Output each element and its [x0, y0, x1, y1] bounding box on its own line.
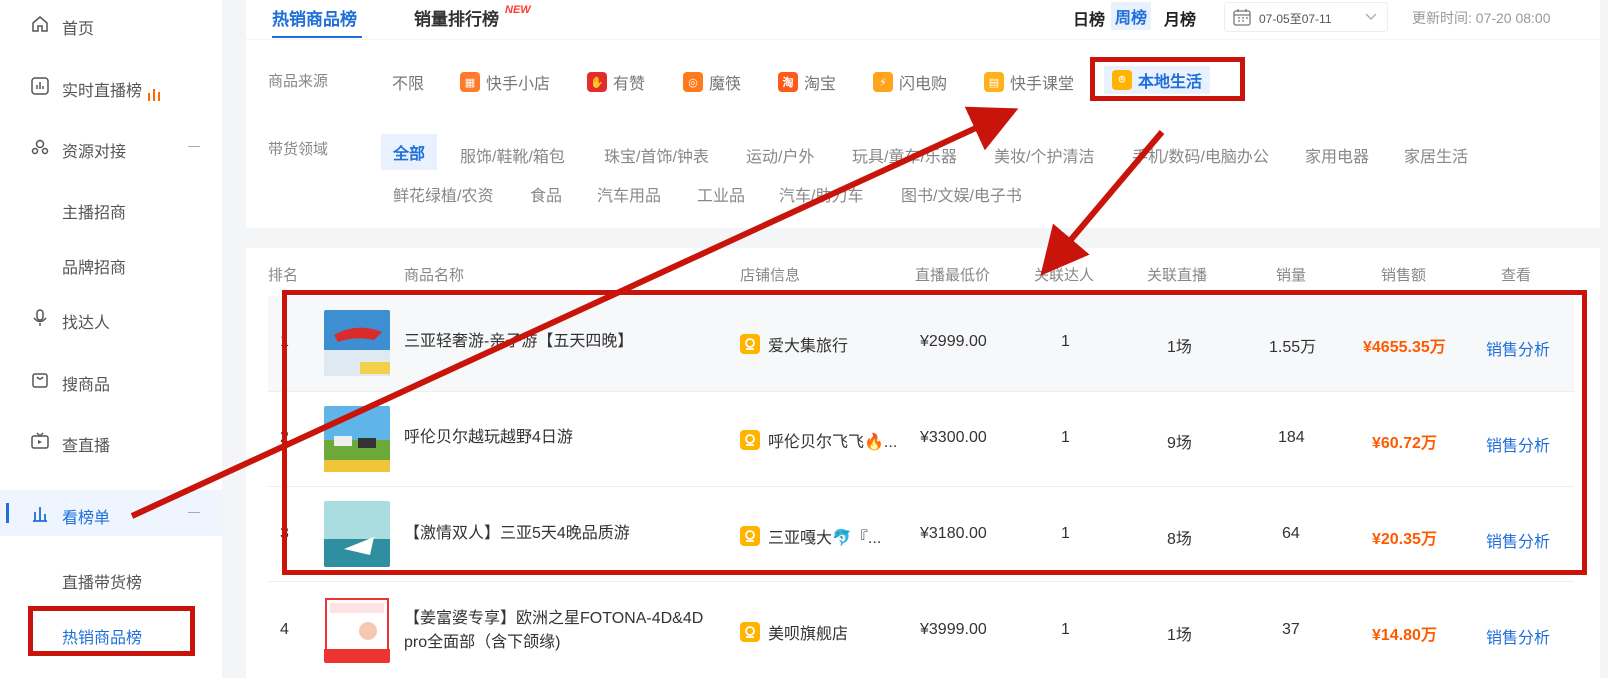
- annotation-arrow-to-local-life: [130, 106, 1019, 519]
- annotation-arrows: [130, 106, 1165, 519]
- annotation-arrow-to-table: [1040, 130, 1165, 276]
